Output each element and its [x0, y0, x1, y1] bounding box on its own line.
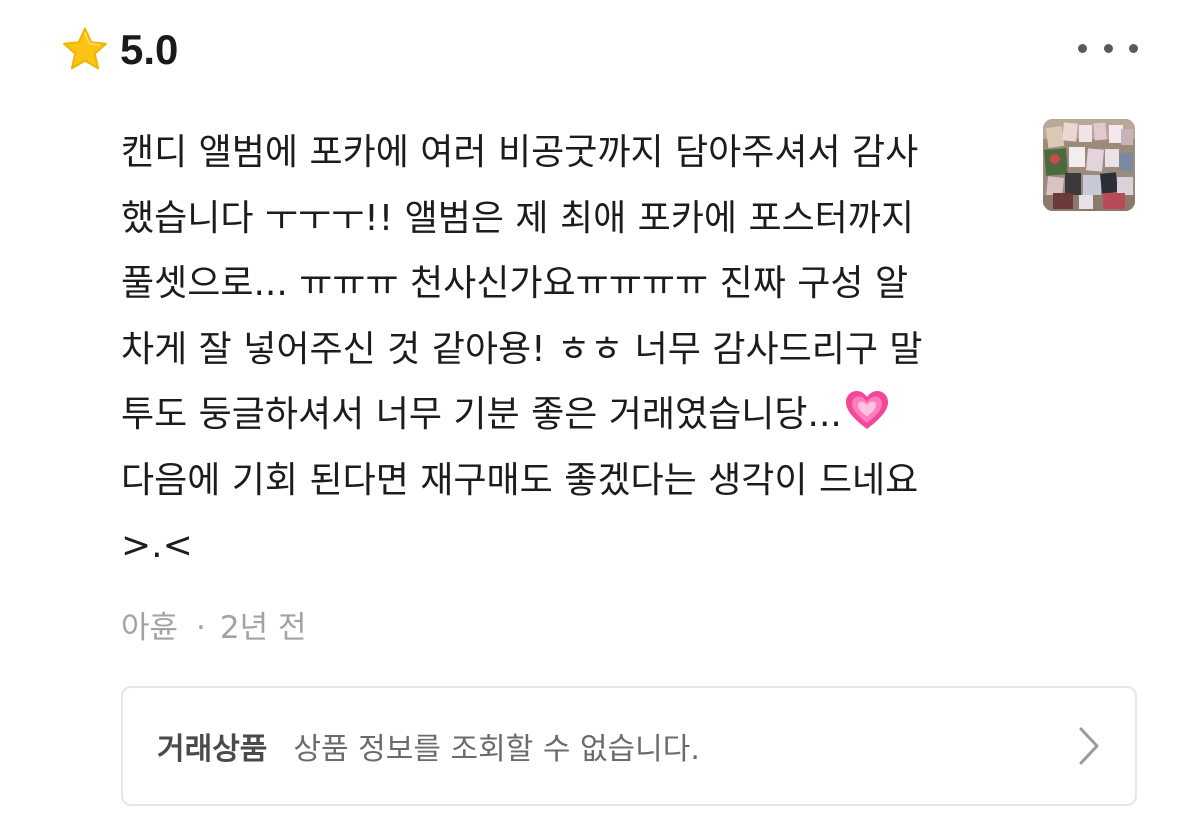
- review-card: 5.0 캔디 앨범에 포카에 여러 비공굿까지 담아주셔서 감사 했습니다 ㅜㅜ…: [0, 0, 1200, 839]
- photo-thumbnail[interactable]: [1043, 119, 1135, 211]
- star-icon: [63, 27, 107, 70]
- review-line: 캔디 앨범에 포카에 여러 비공굿까지 담아주셔서 감사: [121, 132, 919, 173]
- review-line: 투도 둥글하셔서 너무 기분 좋은 거래였습니당...: [121, 394, 842, 435]
- more-horizontal-icon: [1078, 43, 1087, 53]
- author-name: 아휸: [121, 610, 179, 646]
- review-meta: 아휸 · 2년 전: [121, 602, 307, 647]
- chevron-right-icon: [1079, 727, 1099, 765]
- product-info-text: 상품 정보를 조회할 수 없습니다.: [293, 732, 700, 767]
- product-info-box[interactable]: 거래상품 상품 정보를 조회할 수 없습니다.: [121, 686, 1137, 806]
- product-label: 거래상품: [157, 732, 268, 767]
- more-options-button[interactable]: [1072, 30, 1144, 66]
- review-text: 캔디 앨범에 포카에 여러 비공굿까지 담아주셔서 감사 했습니다 ㅜㅜㅜ!! …: [121, 120, 1021, 579]
- review-line: 풀셋으로... ㅠㅠㅠ 천사신가요ㅠㅠㅠㅠ 진짜 구성 알: [121, 263, 909, 304]
- more-horizontal-icon-dot: [1129, 43, 1138, 53]
- review-line: 차게 잘 넣어주신 것 같아용! ㅎㅎ 너무 감사드리구 말: [121, 328, 923, 370]
- review-line: 다음에 기회 된다면 재구매도 좋겠다는 생각이 드네요: [121, 459, 919, 501]
- growing-heart-icon: [845, 391, 888, 429]
- review-line: >.<: [121, 525, 193, 566]
- meta-separator: ·: [196, 610, 206, 646]
- photo-thumbnail-image: [1043, 119, 1135, 211]
- rating-header: 5.0: [60, 22, 178, 78]
- more-horizontal-icon-dot: [1103, 43, 1113, 53]
- review-line-with-emoji: 투도 둥글하셔서 너무 기분 좋은 거래였습니당...: [121, 382, 1021, 448]
- rating-value: 5.0: [120, 26, 179, 73]
- time-ago: 2년 전: [219, 610, 307, 646]
- review-line: 했습니다 ㅜㅜㅜ!! 앨범은 제 최애 포카에 포스터까지: [121, 197, 915, 239]
